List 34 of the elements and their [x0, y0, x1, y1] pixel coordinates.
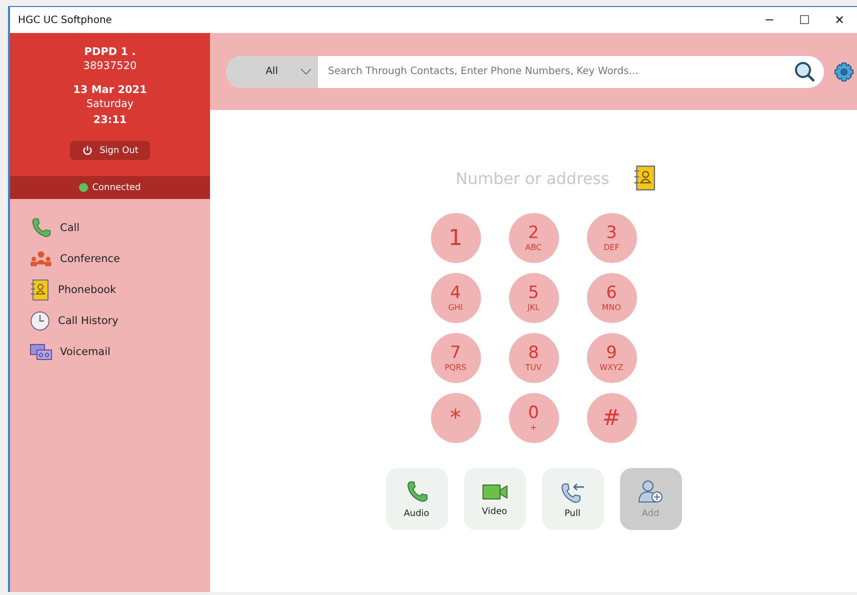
phone-icon	[404, 480, 428, 504]
search-field[interactable]: All Search Through Contacts, Enter Phone Numbers, Key Words...	[226, 56, 824, 88]
date-text: 13 Mar 2021	[73, 83, 147, 97]
window-control[interactable]: ☐	[787, 7, 822, 33]
window-control[interactable]: ─	[752, 7, 787, 33]
time-text: 23:11	[93, 113, 127, 127]
search-icon[interactable]	[794, 60, 816, 82]
clock-icon	[30, 311, 50, 331]
nav-item[interactable]: Call History	[30, 310, 210, 332]
window-title: HGC UC Softphone	[18, 14, 112, 26]
window-control[interactable]: ✕	[822, 7, 857, 33]
sign-out-button[interactable]: Sign Out	[70, 141, 150, 160]
voicemail-icon	[30, 344, 52, 360]
nav-item[interactable]: Conference	[30, 248, 210, 270]
address-book-icon[interactable]	[632, 165, 656, 191]
add-contact-icon	[638, 480, 664, 504]
weekday-text: Saturday	[86, 97, 134, 111]
chevron-down-icon	[300, 68, 312, 75]
call-action-button[interactable]: Video	[464, 468, 526, 530]
nav-item[interactable]: Phonebook	[30, 279, 210, 301]
address-book-icon	[30, 279, 50, 301]
settings-icon[interactable]	[834, 62, 854, 82]
call-action-button[interactable]: Audio	[386, 468, 448, 530]
call-action-button[interactable]: Pull	[542, 468, 604, 530]
nav-item[interactable]: Call	[30, 217, 210, 239]
power-icon	[82, 145, 93, 156]
video-camera-icon	[482, 482, 508, 502]
nav-item[interactable]: Voicemail	[30, 341, 210, 363]
user-name: PDPD 1 .	[84, 45, 136, 59]
filter-dropdown[interactable]: All	[226, 56, 318, 88]
people-icon	[30, 250, 52, 268]
user-number: 38937520	[83, 59, 137, 73]
connection-status: Connected	[92, 182, 141, 192]
phone-icon	[30, 217, 52, 239]
